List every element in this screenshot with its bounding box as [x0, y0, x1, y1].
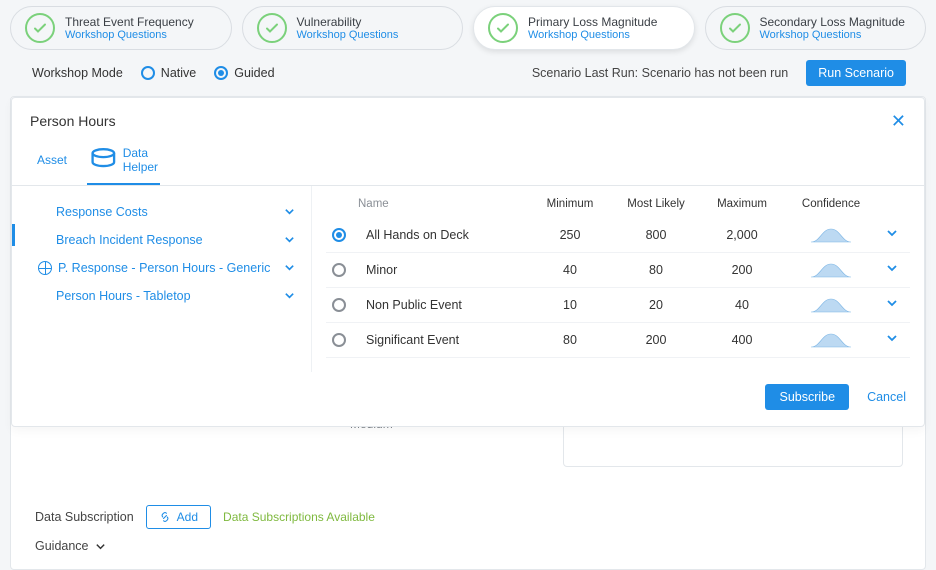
chevron-down-icon	[284, 234, 295, 245]
table-row[interactable]: All Hands on Deck 250 800 2,000	[326, 218, 910, 253]
row-max: 40	[702, 298, 782, 312]
run-scenario-button[interactable]: Run Scenario	[806, 60, 906, 86]
check-icon	[25, 13, 55, 43]
chevron-down-icon	[284, 262, 295, 273]
row-radio[interactable]	[332, 333, 346, 347]
distribution-icon	[788, 261, 874, 279]
row-max: 400	[702, 333, 782, 347]
expand-row[interactable]	[880, 297, 904, 312]
col-min: Minimum	[530, 198, 610, 210]
pill-title: Secondary Loss Magnitude	[760, 15, 905, 29]
tree-item-2[interactable]: P. Response - Person Hours - Generic	[12, 254, 311, 282]
col-conf: Confidence	[788, 198, 874, 210]
expand-row[interactable]	[880, 262, 904, 277]
distribution-icon	[788, 331, 874, 349]
table-row[interactable]: Significant Event 80 200 400	[326, 323, 910, 358]
stack-icon	[89, 146, 118, 175]
tree-item-0[interactable]: Response Costs	[12, 198, 311, 226]
row-radio[interactable]	[332, 263, 346, 277]
workshop-pills: Threat Event FrequencyWorkshop Questions…	[10, 6, 926, 50]
row-name: Significant Event	[366, 333, 524, 347]
row-ml: 80	[616, 263, 696, 277]
pill-0[interactable]: Threat Event FrequencyWorkshop Questions	[10, 6, 232, 50]
panel-title: Person Hours	[30, 113, 116, 129]
col-name: Name	[332, 198, 524, 210]
tree-item-3[interactable]: Person Hours - Tabletop	[12, 282, 311, 310]
pill-1[interactable]: VulnerabilityWorkshop Questions	[242, 6, 464, 50]
pill-title: Primary Loss Magnitude	[528, 15, 657, 29]
row-ml: 20	[616, 298, 696, 312]
workshop-mode-label: Workshop Mode	[32, 66, 123, 80]
row-min: 250	[530, 228, 610, 242]
row-ml: 800	[616, 228, 696, 242]
pill-title: Threat Event Frequency	[65, 15, 194, 29]
cancel-button[interactable]: Cancel	[867, 390, 906, 404]
expand-row[interactable]	[880, 227, 904, 242]
pill-title: Vulnerability	[297, 15, 399, 29]
distribution-icon	[788, 226, 874, 244]
check-icon	[720, 13, 750, 43]
chevron-down-icon	[95, 541, 106, 552]
row-name: Minor	[366, 263, 524, 277]
pill-sub: Workshop Questions	[760, 29, 905, 41]
row-name: All Hands on Deck	[366, 228, 524, 242]
distribution-icon	[788, 296, 874, 314]
close-icon[interactable]: ✕	[891, 112, 906, 130]
main-card: Person Hours ✕ Asset Data Helper Respons…	[10, 96, 926, 570]
subscriptions-available: Data Subscriptions Available	[223, 510, 375, 524]
pill-2[interactable]: Primary Loss MagnitudeWorkshop Questions	[473, 6, 695, 50]
add-button[interactable]: Add	[146, 505, 211, 529]
row-radio[interactable]	[332, 228, 346, 242]
globe-icon	[38, 261, 52, 275]
link-icon	[159, 511, 171, 523]
col-ml: Most Likely	[616, 198, 696, 210]
check-icon	[488, 13, 518, 43]
row-radio[interactable]	[332, 298, 346, 312]
mode-guided-radio[interactable]: Guided	[214, 66, 274, 80]
row-min: 80	[530, 333, 610, 347]
check-icon	[257, 13, 287, 43]
expand-row[interactable]	[880, 332, 904, 347]
row-min: 10	[530, 298, 610, 312]
chevron-down-icon	[284, 206, 295, 217]
pill-sub: Workshop Questions	[65, 29, 194, 41]
data-subscription-label: Data Subscription	[35, 510, 134, 524]
tab-asset[interactable]: Asset	[30, 140, 69, 185]
mode-native-radio[interactable]: Native	[141, 66, 196, 80]
pill-sub: Workshop Questions	[528, 29, 657, 41]
pill-3[interactable]: Secondary Loss MagnitudeWorkshop Questio…	[705, 6, 927, 50]
tab-data-helper[interactable]: Data Helper	[87, 140, 160, 185]
guidance-toggle[interactable]: Guidance	[35, 533, 106, 553]
table-row[interactable]: Non Public Event 10 20 40	[326, 288, 910, 323]
row-name: Non Public Event	[366, 298, 524, 312]
scenario-status: Scenario Last Run: Scenario has not been…	[532, 66, 788, 80]
row-min: 40	[530, 263, 610, 277]
data-grid: Name Minimum Most Likely Maximum Confide…	[312, 186, 924, 372]
tree-nav: Response CostsBreach Incident ResponseP.…	[12, 186, 312, 372]
pill-sub: Workshop Questions	[297, 29, 399, 41]
subscribe-button[interactable]: Subscribe	[765, 384, 849, 410]
col-max: Maximum	[702, 198, 782, 210]
row-max: 2,000	[702, 228, 782, 242]
table-row[interactable]: Minor 40 80 200	[326, 253, 910, 288]
row-ml: 200	[616, 333, 696, 347]
tree-item-1[interactable]: Breach Incident Response	[12, 226, 311, 254]
chevron-down-icon	[284, 290, 295, 301]
row-max: 200	[702, 263, 782, 277]
data-helper-panel: Person Hours ✕ Asset Data Helper Respons…	[11, 97, 925, 427]
